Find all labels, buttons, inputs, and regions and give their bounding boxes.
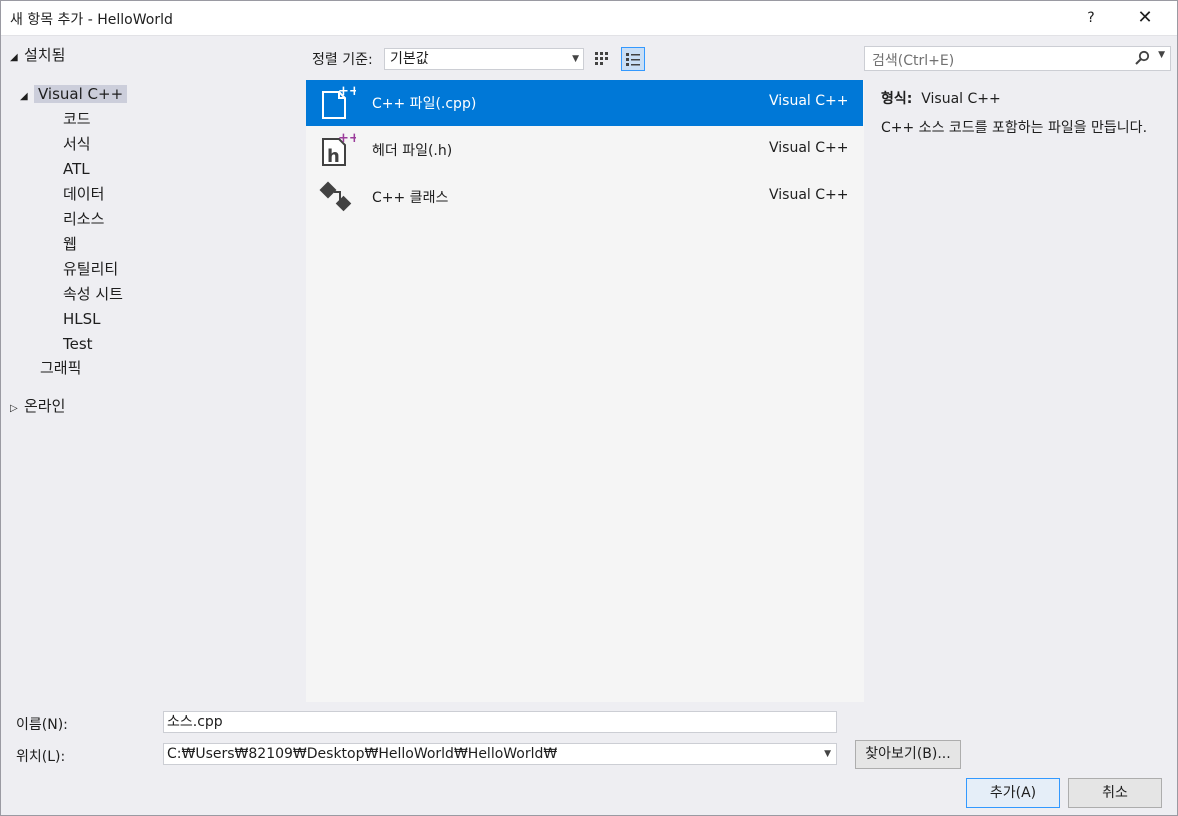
tree-item-web[interactable]: 웹 [63,233,77,255]
tree-item-label: 설치됨 [24,46,66,64]
tree-item-installed[interactable]: ◢ 설치됨 [10,44,65,66]
details-pane: 형식: Visual C++ C++ 소스 코드를 포함하는 파일을 만듭니다. [864,80,1176,702]
template-list: ++ C++ 파일(.cpp) Visual C++ h ++ 헤더 파일(.h… [306,80,864,702]
location-label: 위치(L): [16,749,66,765]
tree-item-utility[interactable]: 유틸리티 [63,258,118,280]
tree-item-data[interactable]: 데이터 [63,183,104,205]
location-value: C:₩Users₩82109₩Desktop₩HelloWorld₩HelloW… [167,746,558,762]
grid-view-icon [595,52,608,65]
list-item-cpp-file[interactable]: ++ C++ 파일(.cpp) Visual C++ [306,80,863,126]
type-value: Visual C++ [921,91,1001,107]
tree-item-online[interactable]: ▷ 온라인 [10,395,65,417]
location-field[interactable]: C:₩Users₩82109₩Desktop₩HelloWorld₩HelloW… [163,743,837,765]
tree-item-property-sheet[interactable]: 속성 시트 [63,283,123,305]
window-title: 새 항목 추가 - HelloWorld [10,12,173,28]
sort-label: 정렬 기준: [312,52,373,68]
item-language: Visual C++ [769,187,849,203]
sort-value: 기본값 [390,51,429,67]
collapse-arrow-icon[interactable]: ◢ [10,47,24,69]
svg-text:h: h [327,146,340,167]
item-name: C++ 파일(.cpp) [372,96,477,112]
search-input[interactable]: 검색(Ctrl+E) ▼ [864,46,1171,71]
tree-item-resource[interactable]: 리소스 [63,208,104,230]
item-name: 헤더 파일(.h) [372,143,453,159]
close-button[interactable]: ✕ [1130,4,1160,32]
tree-item-label: Visual C++ [34,85,128,103]
tree-item-label: 온라인 [24,397,66,415]
template-tree: ◢ 설치됨 ◢ Visual C++ 코드 서식 ATL 데이터 리소스 웹 유틸리… [0,37,306,702]
bottom-panel: 이름(N): 소스.cpp 위치(L): C:₩Users₩82109₩Desk… [0,702,1178,816]
tree-item-atl[interactable]: ATL [63,158,90,180]
svg-text:++: ++ [338,84,356,99]
search-icon[interactable] [1134,50,1150,70]
list-view-icon [626,53,640,66]
type-line: 형식: Visual C++ [881,88,1001,108]
tree-item-visual-cpp[interactable]: ◢ Visual C++ [20,83,128,108]
cpp-class-icon [318,178,356,216]
chevron-down-icon[interactable]: ▼ [824,744,831,764]
list-item-cpp-class[interactable]: C++ 클래스 Visual C++ [306,174,863,220]
expand-arrow-icon[interactable]: ▷ [10,398,24,420]
name-field[interactable]: 소스.cpp [163,711,837,733]
tree-item-graphics[interactable]: 그래픽 [40,357,81,379]
item-description: C++ 소스 코드를 포함하는 파일을 만듭니다. [881,120,1148,136]
header-file-icon: h ++ [318,131,360,169]
sort-dropdown[interactable]: 기본값 ▼ [384,48,584,70]
name-value: 소스.cpp [167,714,223,730]
tree-item-code[interactable]: 코드 [63,108,91,130]
type-label: 형식: [881,91,913,107]
browse-button[interactable]: 찾아보기(B)... [855,740,961,769]
list-item-header-file[interactable]: h ++ 헤더 파일(.h) Visual C++ [306,127,863,173]
item-language: Visual C++ [769,140,849,156]
name-label: 이름(N): [16,717,68,733]
collapse-arrow-icon[interactable]: ◢ [20,86,34,108]
tree-item-format[interactable]: 서식 [63,133,91,155]
sort-toolbar: 정렬 기준: 기본값 ▼ [306,37,864,79]
cpp-file-icon: ++ [318,84,360,122]
tree-item-hlsl[interactable]: HLSL [63,308,101,330]
title-bar: 새 항목 추가 - HelloWorld ? ✕ [0,0,1178,36]
add-button[interactable]: 추가(A) [966,778,1060,808]
chevron-down-icon: ▼ [572,54,579,64]
svg-text:++: ++ [338,131,356,146]
cancel-button[interactable]: 취소 [1068,778,1162,808]
tree-item-test[interactable]: Test [63,333,93,355]
grid-view-button[interactable] [590,47,614,71]
list-view-button[interactable] [621,47,645,71]
chevron-down-icon[interactable]: ▼ [1158,50,1165,60]
search-placeholder: 검색(Ctrl+E) [872,53,955,69]
item-language: Visual C++ [769,93,849,109]
item-name: C++ 클래스 [372,190,449,206]
help-button[interactable]: ? [1078,4,1104,32]
